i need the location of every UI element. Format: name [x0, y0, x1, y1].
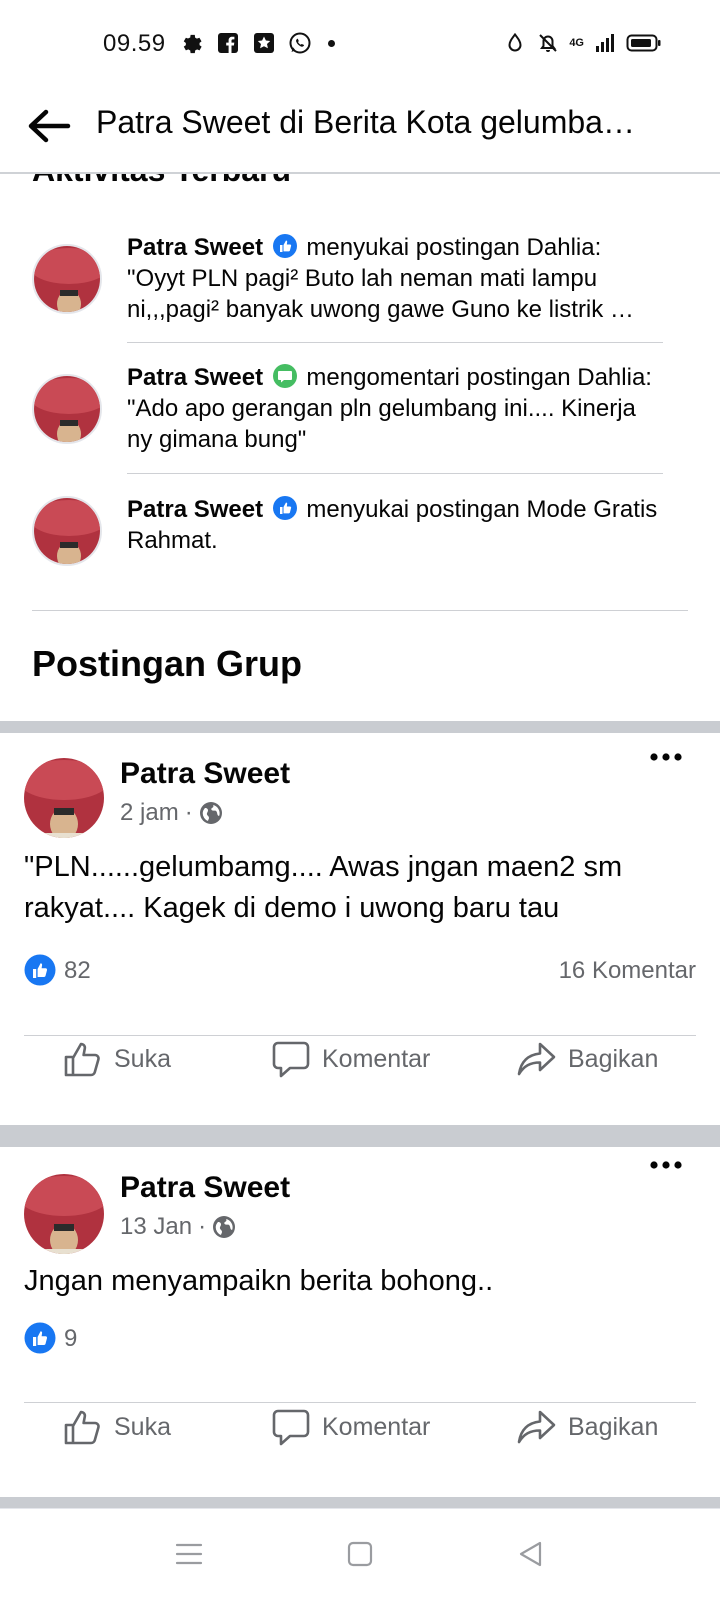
app-header: Patra Sweet di Berita Kota gelumba…	[0, 88, 720, 174]
share-arrow-icon	[517, 1410, 556, 1444]
thumbs-up-icon	[64, 1410, 100, 1445]
comment-button[interactable]: Komentar	[270, 1031, 430, 1087]
like-badge-icon	[24, 954, 56, 986]
comment-icon	[272, 1041, 310, 1078]
share-label: Bagikan	[568, 1044, 659, 1073]
star-app-icon	[254, 33, 274, 53]
post-author[interactable]: Patra Sweet	[120, 757, 290, 791]
globe-icon	[199, 802, 222, 824]
like-button[interactable]: Suka	[62, 1399, 171, 1455]
status-system-icons: 4G	[503, 31, 662, 55]
post-meta: 2 jam ·	[120, 799, 223, 827]
post-text: Jngan menyampaikn berita bohong..	[24, 1265, 494, 1297]
post-actions: Suka Komentar Bagikan	[0, 1031, 720, 1087]
feed-separator	[0, 721, 720, 733]
avatar[interactable]	[32, 244, 102, 314]
activity-text: Patra Sweet menyukai postingan Dahlia: "…	[127, 232, 662, 325]
comment-label: Komentar	[322, 1412, 431, 1441]
share-button[interactable]: Bagikan	[516, 1031, 658, 1087]
activity-actor[interactable]: Patra Sweet	[127, 234, 263, 261]
feed-separator	[0, 1125, 720, 1147]
system-nav-bar	[0, 1508, 720, 1600]
recent-activity-heading-text: Aktivitas Terbaru	[32, 174, 291, 186]
back-arrow-icon[interactable]	[24, 104, 72, 148]
home-square-icon[interactable]	[345, 1539, 375, 1569]
activity-actor[interactable]: Patra Sweet	[127, 364, 263, 391]
avatar[interactable]	[32, 374, 102, 444]
status-bar: 09.59 4G	[0, 0, 720, 88]
avatar[interactable]	[32, 496, 102, 566]
share-label: Bagikan	[568, 1412, 659, 1441]
avatar[interactable]	[24, 1174, 104, 1254]
mute-bell-icon	[539, 34, 558, 52]
thumbs-up-icon	[64, 1042, 100, 1077]
like-count: 82	[64, 957, 91, 984]
status-notification-icons	[180, 31, 335, 55]
like-label: Suka	[114, 1412, 171, 1441]
activity-text: Patra Sweet menyukai postingan Mode Grat…	[127, 494, 662, 556]
back-triangle-icon[interactable]	[516, 1539, 546, 1569]
post-text: "PLN......gelumbamg.... Awas jngan maen2…	[24, 851, 623, 924]
like-button[interactable]: Suka	[62, 1031, 171, 1087]
activity-divider	[127, 473, 663, 474]
activity-divider	[127, 342, 663, 343]
like-badge-icon	[272, 234, 297, 258]
post-time[interactable]: 2 jam	[120, 799, 179, 827]
avatar[interactable]	[24, 758, 104, 838]
group-posts-title: Postingan Grup	[32, 643, 302, 684]
network-type: 4G	[569, 37, 584, 49]
like-label: Suka	[114, 1044, 171, 1073]
comment-badge-icon	[272, 364, 297, 388]
comment-button[interactable]: Komentar	[270, 1399, 430, 1455]
page-title: Patra Sweet di Berita Kota gelumba…	[96, 104, 635, 140]
section-divider	[32, 610, 688, 611]
signal-icon	[596, 34, 614, 52]
share-arrow-icon	[517, 1042, 556, 1076]
post-time[interactable]: 13 Jan	[120, 1213, 192, 1241]
menu-icon[interactable]	[174, 1539, 204, 1569]
whatsapp-icon	[289, 32, 311, 54]
more-options-icon[interactable]	[648, 1159, 684, 1171]
reaction-summary[interactable]: 9	[24, 1322, 696, 1356]
globe-icon	[213, 1216, 236, 1238]
comment-icon	[272, 1409, 310, 1446]
facebook-icon	[218, 33, 238, 53]
recent-activity-heading: Aktivitas Terbaru	[32, 174, 432, 186]
activity-actor[interactable]: Patra Sweet	[127, 496, 263, 523]
meta-separator: ·	[198, 1213, 207, 1240]
battery-icon	[626, 34, 661, 52]
post-author[interactable]: Patra Sweet	[120, 1171, 290, 1205]
status-time: 09.59	[103, 30, 166, 57]
meta-separator: ·	[184, 799, 193, 826]
like-badge-icon	[24, 1322, 56, 1354]
like-count: 9	[64, 1325, 78, 1352]
reaction-summary[interactable]: 82 16 Komentar	[24, 954, 696, 988]
post-meta: 13 Jan ·	[120, 1213, 236, 1241]
more-options-icon[interactable]	[648, 751, 684, 763]
more-notifications-dot	[328, 39, 335, 47]
like-badge-icon	[272, 496, 297, 520]
data-saver-icon	[508, 32, 522, 52]
activity-text: Patra Sweet mengomentari postingan Dahli…	[127, 362, 662, 455]
comment-label: Komentar	[322, 1044, 431, 1073]
gear-icon	[183, 34, 202, 54]
comment-count[interactable]: 16 Komentar	[559, 957, 696, 985]
post-actions: Suka Komentar Bagikan	[0, 1399, 720, 1455]
share-button[interactable]: Bagikan	[516, 1399, 658, 1455]
